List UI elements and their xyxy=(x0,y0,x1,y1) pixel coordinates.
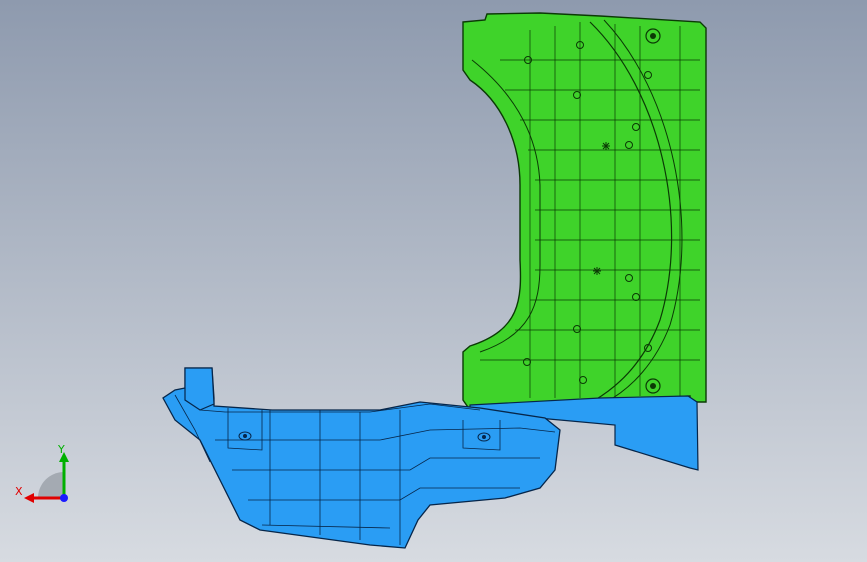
triad-quarter-disk xyxy=(38,472,64,498)
upper-panel-mount-bottom xyxy=(645,378,661,394)
triad-x-label: X xyxy=(15,485,23,498)
3d-model-view[interactable] xyxy=(0,0,867,562)
upper-panel-part[interactable] xyxy=(462,12,707,411)
upper-panel-body xyxy=(462,12,707,411)
triad-x-arrowhead xyxy=(24,493,34,503)
triad-y-label: Y xyxy=(57,443,65,456)
upper-panel-mount-top xyxy=(645,28,661,44)
triad-z-axis xyxy=(60,494,68,502)
coordinate-triad: Y X xyxy=(15,443,69,503)
lower-floor-mount-right xyxy=(477,432,491,442)
lower-floor-mount-left xyxy=(238,431,252,441)
cad-graphics-viewport[interactable]: Y X xyxy=(0,0,867,562)
